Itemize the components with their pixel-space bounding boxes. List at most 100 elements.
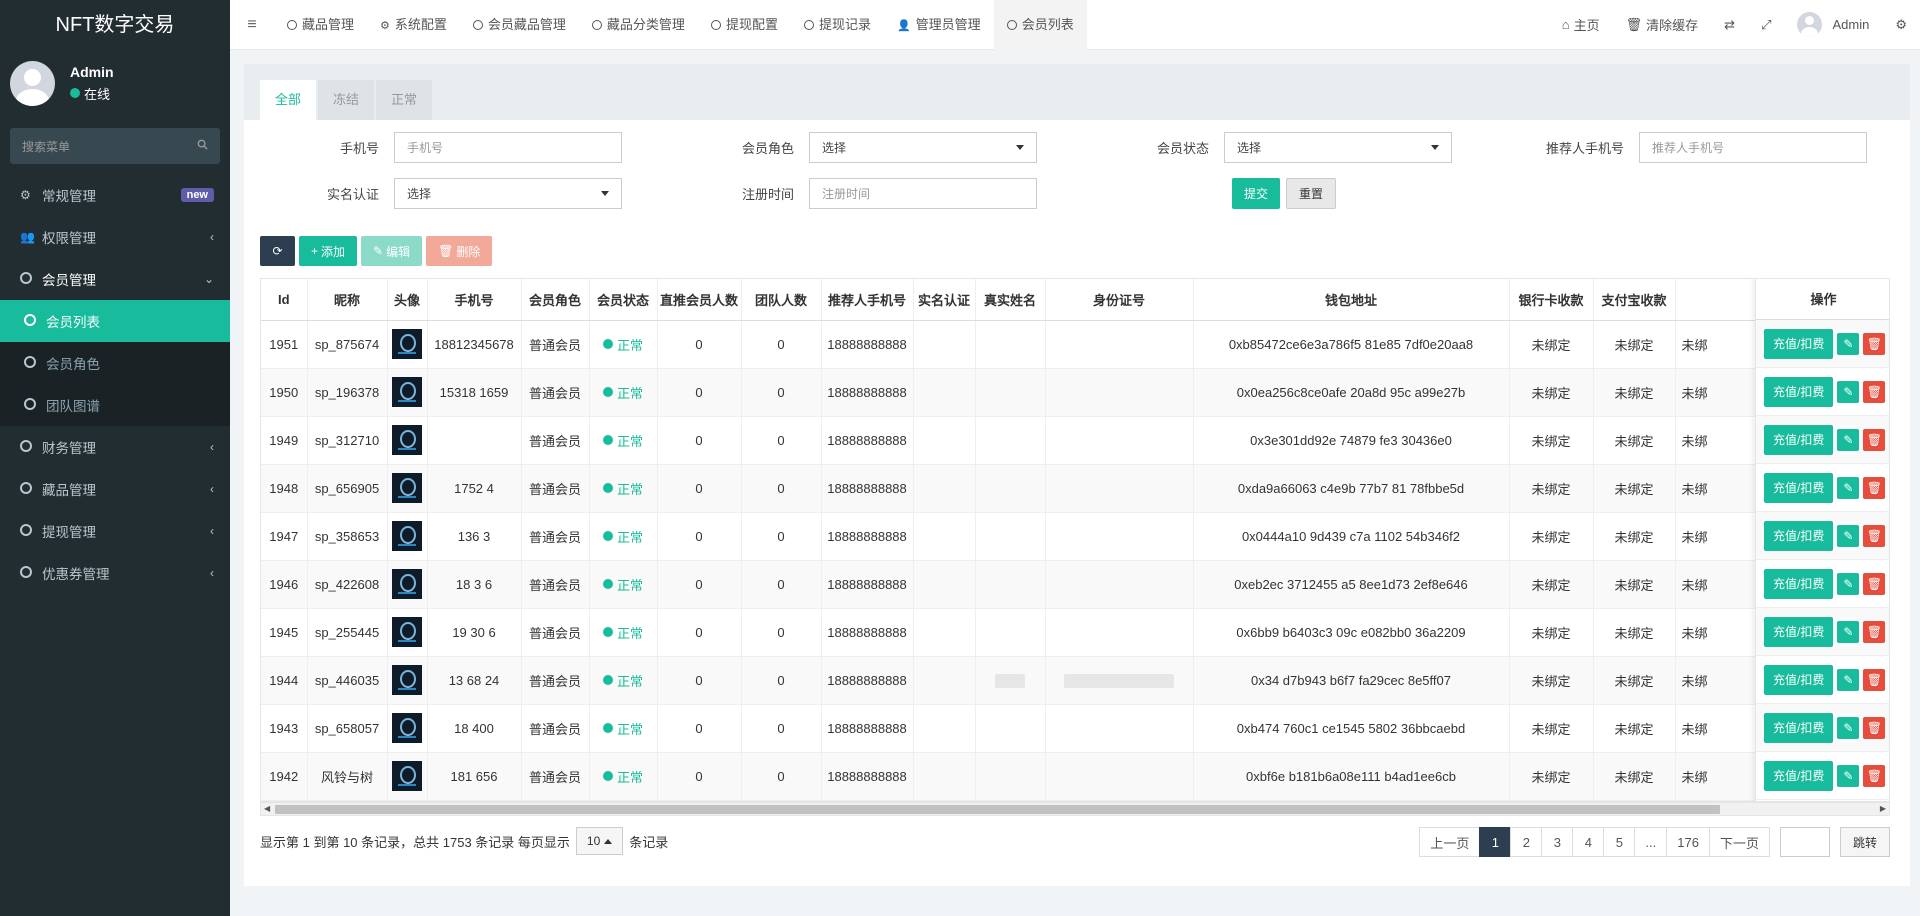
sidebar-item-collection[interactable]: 藏品管理 ‹: [0, 468, 230, 510]
admin-user-menu[interactable]: Admin: [1784, 12, 1882, 37]
avatar-thumbnail[interactable]: [392, 617, 422, 647]
avatar-thumbnail[interactable]: [392, 665, 422, 695]
settings-gear-icon[interactable]: ⚙: [1882, 17, 1920, 33]
avatar-thumbnail[interactable]: [392, 761, 422, 791]
charge-button[interactable]: 充值/扣费: [1764, 520, 1834, 551]
delete-row-button[interactable]: 🗑: [1863, 716, 1886, 739]
column-header[interactable]: 银行卡收款: [1509, 279, 1594, 321]
column-header[interactable]: 真实姓名: [975, 279, 1046, 321]
edit-row-button[interactable]: ✎: [1837, 572, 1860, 595]
reset-button[interactable]: 重置: [1286, 178, 1337, 209]
table-row[interactable]: 1945 sp_255445 19 30 6 普通会员 正常 0 0 18888888888 0…: [261, 608, 1889, 657]
table-row[interactable]: 1951 sp_875674 18812345678 普通会员 正常 0 0 18888888…: [261, 320, 1889, 369]
sidebar-item-permission[interactable]: 👥 权限管理 ‹: [0, 216, 230, 258]
fullscreen-icon[interactable]: ⤢: [1748, 17, 1784, 33]
table-row[interactable]: 1942 风铃与树 181 656 普通会员 正常 0 0 18888888888 0xbf6e…: [261, 752, 1889, 801]
edit-row-button[interactable]: ✎: [1837, 524, 1860, 547]
status-select[interactable]: 选择: [1224, 132, 1452, 163]
language-icon[interactable]: ⇄: [1711, 17, 1748, 33]
delete-row-button[interactable]: 🗑: [1863, 668, 1886, 691]
column-header[interactable]: 钱包地址: [1193, 279, 1510, 321]
edit-row-button[interactable]: ✎: [1837, 764, 1860, 787]
charge-button[interactable]: 充值/扣费: [1764, 712, 1834, 743]
sidebar-item-finance[interactable]: 财务管理 ‹: [0, 426, 230, 468]
charge-button[interactable]: 充值/扣费: [1764, 568, 1834, 599]
delete-row-button[interactable]: 🗑: [1863, 620, 1886, 643]
sidebar-item-member[interactable]: 会员管理 ⌄: [0, 258, 230, 300]
tab-frozen[interactable]: 冻结: [318, 80, 375, 120]
edit-row-button[interactable]: ✎: [1837, 476, 1860, 499]
table-row[interactable]: 1943 sp_658057 18 400 普通会员 正常 0 0 18888888888 0x…: [261, 704, 1889, 753]
delete-row-button[interactable]: 🗑: [1863, 572, 1886, 595]
edit-button[interactable]: ✎ 编辑: [361, 236, 423, 266]
jump-button[interactable]: 跳转: [1839, 827, 1890, 857]
menu-search-input[interactable]: 搜索菜单: [10, 128, 220, 164]
charge-button[interactable]: 充值/扣费: [1764, 472, 1834, 503]
edit-row-button[interactable]: ✎: [1837, 428, 1860, 451]
tab-normal[interactable]: 正常: [376, 80, 433, 120]
tab-withdraw-config[interactable]: 提现配置: [698, 0, 791, 50]
edit-row-button[interactable]: ✎: [1837, 332, 1860, 355]
role-select[interactable]: 选择: [809, 132, 1037, 163]
table-row[interactable]: 1950 sp_196378 15318 1659 普通会员 正常 0 0 188888888…: [261, 368, 1889, 417]
table-row[interactable]: 1949 sp_312710 普通会员 正常 0 0 18888888888 0x3e301d…: [261, 416, 1889, 465]
page-5-button[interactable]: 5: [1603, 827, 1636, 857]
tab-admin-manage[interactable]: 👤 管理员管理: [884, 0, 994, 50]
tab-system-config[interactable]: ⚙ 系统配置: [367, 0, 460, 50]
page-176-button[interactable]: 176: [1666, 827, 1710, 857]
add-button[interactable]: + 添加: [299, 236, 358, 266]
scroll-left-arrow-icon[interactable]: ◀: [264, 804, 270, 813]
edit-row-button[interactable]: ✎: [1837, 380, 1860, 403]
home-link[interactable]: ⌂ 主页: [1549, 15, 1613, 34]
column-header[interactable]: 会员角色: [521, 279, 590, 321]
refresh-button[interactable]: ⟳: [260, 236, 295, 266]
table-row[interactable]: 1946 sp_422608 18 3 6 普通会员 正常 0 0 18888888888 0x…: [261, 560, 1889, 609]
avatar-thumbnail[interactable]: [392, 425, 422, 455]
tab-member-collection[interactable]: 会员藏品管理: [460, 0, 579, 50]
scroll-right-arrow-icon[interactable]: ▶: [1880, 804, 1886, 813]
avatar-thumbnail[interactable]: [392, 713, 422, 743]
edit-row-button[interactable]: ✎: [1837, 668, 1860, 691]
phone-input[interactable]: 手机号: [394, 132, 622, 163]
submit-button[interactable]: 提交: [1232, 178, 1281, 209]
referrer-input[interactable]: 推荐人手机号: [1639, 132, 1867, 163]
column-header[interactable]: 身份证号: [1045, 279, 1194, 321]
column-header[interactable]: 头像: [387, 279, 428, 321]
tab-collection-manage[interactable]: 藏品管理: [274, 0, 367, 50]
page-3-button[interactable]: 3: [1541, 827, 1574, 857]
charge-button[interactable]: 充值/扣费: [1764, 328, 1834, 359]
charge-button[interactable]: 充值/扣费: [1764, 616, 1834, 647]
tab-withdraw-record[interactable]: 提现记录: [791, 0, 884, 50]
jump-page-input[interactable]: [1779, 827, 1830, 857]
charge-button[interactable]: 充值/扣费: [1764, 760, 1834, 791]
charge-button[interactable]: 充值/扣费: [1764, 664, 1834, 695]
delete-row-button[interactable]: 🗑: [1863, 476, 1886, 499]
sidebar-item-member-list[interactable]: 会员列表: [0, 300, 230, 342]
column-header[interactable]: 支付宝收款: [1593, 279, 1676, 321]
avatar-thumbnail[interactable]: [392, 569, 422, 599]
page-2-button[interactable]: 2: [1510, 827, 1543, 857]
sidebar-item-general[interactable]: ⚙ 常规管理 new: [0, 174, 230, 216]
edit-row-button[interactable]: ✎: [1837, 620, 1860, 643]
column-header[interactable]: 会员状态: [589, 279, 658, 321]
page-size-select[interactable]: 10: [575, 827, 624, 855]
app-logo[interactable]: NFT数字交易: [0, 0, 230, 50]
regtime-input[interactable]: 注册时间: [809, 178, 1037, 209]
clear-cache-button[interactable]: 🗑 清除缓存: [1613, 15, 1712, 34]
delete-row-button[interactable]: 🗑: [1863, 764, 1886, 787]
sidebar-item-member-role[interactable]: 会员角色: [0, 342, 230, 384]
tab-collection-category[interactable]: 藏品分类管理: [579, 0, 698, 50]
delete-row-button[interactable]: 🗑: [1863, 428, 1886, 451]
menu-toggle-icon[interactable]: ≡: [230, 16, 274, 34]
next-page-button[interactable]: 下一页: [1708, 827, 1770, 857]
charge-button[interactable]: 充值/扣费: [1764, 376, 1834, 407]
page-1-button[interactable]: 1: [1479, 827, 1512, 857]
delete-row-button[interactable]: 🗑: [1863, 524, 1886, 547]
prev-page-button[interactable]: 上一页: [1419, 827, 1481, 857]
avatar-thumbnail[interactable]: [392, 521, 422, 551]
edit-row-button[interactable]: ✎: [1837, 716, 1860, 739]
avatar-thumbnail[interactable]: [392, 329, 422, 359]
avatar-thumbnail[interactable]: [392, 473, 422, 503]
delete-button[interactable]: 🗑 删除: [426, 236, 493, 266]
column-header[interactable]: 实名认证: [913, 279, 976, 321]
